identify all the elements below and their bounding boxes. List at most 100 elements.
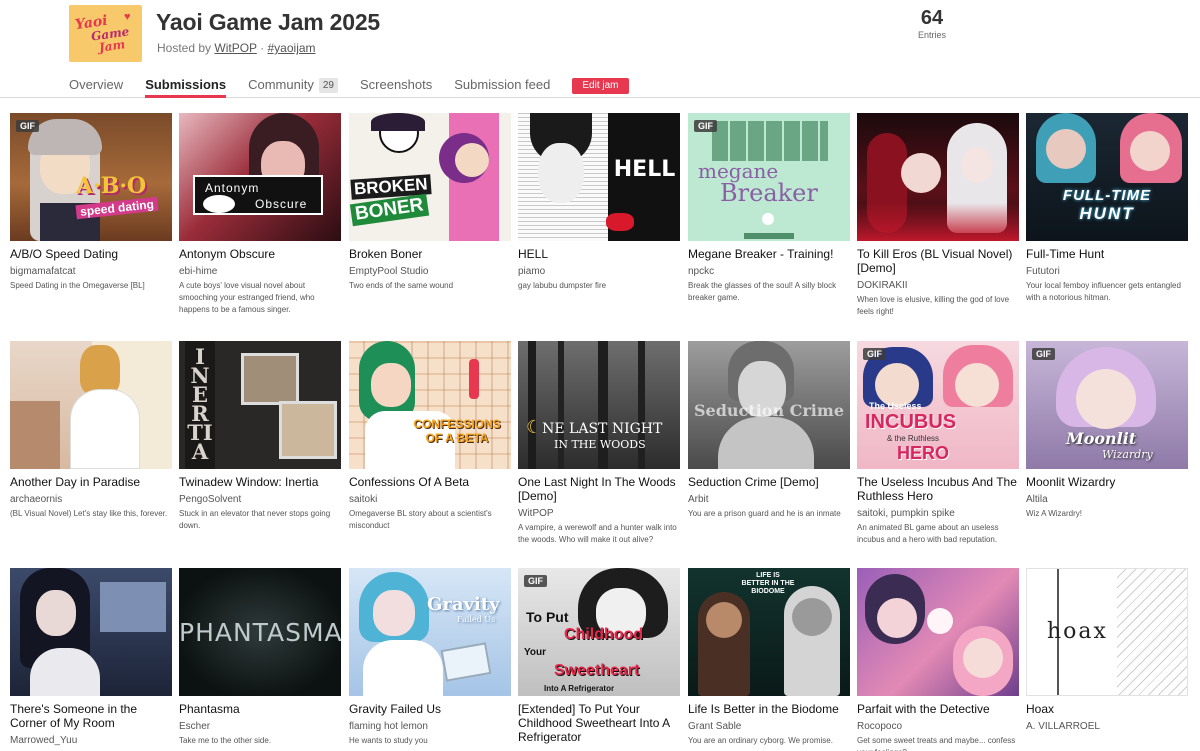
- thumb-logo: HELL: [613, 157, 676, 182]
- game-thumbnail[interactable]: ☾NE LAST NIGHT IN THE WOODS: [518, 341, 680, 469]
- game-author[interactable]: PengoSolvent: [179, 494, 344, 506]
- game-author[interactable]: EmptyPool Studio: [349, 266, 514, 278]
- game-description: Your local femboy influencer gets entang…: [1026, 281, 1181, 302]
- game-thumbnail[interactable]: INERTIA: [179, 341, 341, 469]
- game-title[interactable]: Another Day in Paradise: [10, 475, 175, 489]
- game-title[interactable]: Antonym Obscure: [179, 247, 344, 261]
- community-count-badge: 29: [318, 78, 338, 93]
- game-thumbnail[interactable]: hoax: [1026, 568, 1188, 696]
- game-description: gay labubu dumpster fire: [518, 281, 607, 290]
- game-title[interactable]: Megane Breaker - Training!: [688, 247, 853, 261]
- heart-icon: ♥: [124, 11, 131, 23]
- game-thumbnail[interactable]: [857, 568, 1019, 696]
- host-link[interactable]: WitPOP: [214, 41, 256, 55]
- game-title[interactable]: A/B/O Speed Dating: [10, 247, 175, 261]
- game-title[interactable]: HELL: [518, 247, 683, 261]
- game-description: Break the glasses of the soul! A silly b…: [688, 281, 837, 302]
- game-description: A vampire, a werewolf and a hunter walk …: [518, 523, 677, 544]
- edit-jam-button[interactable]: Edit jam: [572, 78, 629, 94]
- game-thumbnail[interactable]: BROKEN BONER: [349, 113, 511, 241]
- game-author[interactable]: saitoki: [349, 494, 514, 506]
- game-title[interactable]: Parfait with the Detective: [857, 702, 1022, 716]
- game-thumbnail[interactable]: The Useless INCUBUS & the Ruthless HERO …: [857, 341, 1019, 469]
- game-author[interactable]: Arbit: [688, 494, 853, 506]
- game-title[interactable]: Life Is Better in the Biodome: [688, 702, 853, 716]
- logo-text-3: Jam: [98, 37, 127, 55]
- thumb-logo: CONFESSIONS OF A BETA: [413, 417, 501, 445]
- game-thumbnail[interactable]: megane Breaker GIF: [688, 113, 850, 241]
- game-author[interactable]: Grant Sable: [688, 721, 853, 733]
- thumb-logo: hoax: [1047, 619, 1108, 644]
- game-thumbnail[interactable]: Moonlit Wizardry GIF: [1026, 341, 1188, 469]
- tab-submissions[interactable]: Submissions: [145, 70, 227, 98]
- game-author[interactable]: Marrowed_Yuu: [10, 735, 175, 747]
- thumb-logo: INERTIA: [187, 344, 213, 464]
- game-thumbnail[interactable]: A·B·O speed dating GIF: [10, 113, 172, 241]
- game-title[interactable]: Twinadew Window: Inertia: [179, 475, 344, 489]
- game-title[interactable]: There's Someone in the Corner of My Room: [10, 702, 175, 730]
- game-description: Omegaverse BL story about a scientist's …: [349, 509, 492, 530]
- hashtag-link[interactable]: #yaoijam: [268, 41, 316, 55]
- game-title[interactable]: Broken Boner: [349, 247, 514, 261]
- game-thumbnail[interactable]: [10, 568, 172, 696]
- gif-badge: GIF: [16, 120, 39, 132]
- game-description: When love is elusive, killing the god of…: [857, 295, 1010, 316]
- tab-submission-feed[interactable]: Submission feed: [454, 70, 550, 98]
- game-title[interactable]: Gravity Failed Us: [349, 702, 514, 716]
- game-description: Wiz A Wizardry!: [1026, 509, 1083, 518]
- jam-logo[interactable]: Yaoi Game Jam ♥: [69, 5, 142, 62]
- game-thumbnail[interactable]: [10, 341, 172, 469]
- game-author[interactable]: saitoki, pumpkin spike: [857, 508, 1022, 520]
- hosted-separator: ·: [256, 41, 268, 55]
- game-title[interactable]: Confessions Of A Beta: [349, 475, 514, 489]
- game-author[interactable]: archaeornis: [10, 494, 175, 506]
- hosted-prefix: Hosted by: [157, 41, 215, 55]
- game-thumbnail[interactable]: [857, 113, 1019, 241]
- game-title[interactable]: Hoax: [1026, 702, 1191, 716]
- thumb-logo: FULL-TIME HUNT: [1062, 187, 1152, 223]
- game-author[interactable]: A. VILLARROEL: [1026, 721, 1191, 733]
- game-thumbnail[interactable]: Seduction Crime: [688, 341, 850, 469]
- game-thumbnail[interactable]: HELL: [518, 113, 680, 241]
- game-author[interactable]: Fututori: [1026, 266, 1191, 278]
- game-description: An animated BL game about an useless inc…: [857, 523, 999, 544]
- game-title[interactable]: Full-Time Hunt: [1026, 247, 1191, 261]
- thumb-logo: Moonlit Wizardry: [1066, 429, 1153, 461]
- game-description: A cute boys' love visual novel about smo…: [179, 281, 315, 314]
- page-title: Yaoi Game Jam 2025: [156, 9, 380, 35]
- game-title[interactable]: [Extended] To Put Your Childhood Sweethe…: [518, 702, 683, 744]
- game-description: You are a prison guard and he is an inma…: [688, 509, 841, 518]
- gif-badge: GIF: [863, 348, 886, 360]
- game-author[interactable]: DOKIRAKII: [857, 280, 1022, 292]
- game-title[interactable]: To Kill Eros (BL Visual Novel) [Demo]: [857, 247, 1022, 275]
- game-author[interactable]: Altila: [1026, 494, 1191, 506]
- game-thumbnail[interactable]: FULL-TIME HUNT: [1026, 113, 1188, 241]
- game-title[interactable]: The Useless Incubus And The Ruthless Her…: [857, 475, 1022, 503]
- tab-screenshots[interactable]: Screenshots: [360, 70, 432, 98]
- game-thumbnail[interactable]: PHANTASMA: [179, 568, 341, 696]
- game-thumbnail[interactable]: Gravity Failed Us: [349, 568, 511, 696]
- game-author[interactable]: ebi-hime: [179, 266, 344, 278]
- game-author[interactable]: flaming hot lemon: [349, 721, 514, 733]
- game-title[interactable]: One Last Night In The Woods [Demo]: [518, 475, 683, 503]
- game-thumbnail[interactable]: CONFESSIONS OF A BETA: [349, 341, 511, 469]
- game-title[interactable]: Seduction Crime [Demo]: [688, 475, 853, 489]
- game-thumbnail[interactable]: To Put Childhood Your Sweetheart Into A …: [518, 568, 680, 696]
- game-author[interactable]: WitPOP: [518, 508, 683, 520]
- game-title[interactable]: Phantasma: [179, 702, 344, 716]
- tab-overview[interactable]: Overview: [69, 70, 123, 98]
- entries-label: Entries: [917, 30, 946, 40]
- game-author[interactable]: Rocopoco: [857, 721, 1022, 733]
- game-author[interactable]: bigmamafatcat: [10, 266, 175, 278]
- game-author[interactable]: Escher: [179, 721, 344, 733]
- gif-badge: GIF: [1032, 348, 1055, 360]
- game-title[interactable]: Moonlit Wizardry: [1026, 475, 1191, 489]
- game-thumbnail[interactable]: LIFE IS BETTER IN THE BIODOME: [688, 568, 850, 696]
- game-description: He wants to study you: [349, 736, 428, 745]
- game-author[interactable]: npckc: [688, 266, 853, 278]
- game-thumbnail[interactable]: Antonym Obscure: [179, 113, 341, 241]
- game-author[interactable]: piamo: [518, 266, 683, 278]
- thumb-logo: To Put Childhood Your Sweetheart Into A …: [524, 609, 644, 693]
- tab-community[interactable]: Community 29: [248, 70, 338, 98]
- thumb-logo: The Useless INCUBUS & the Ruthless HERO: [865, 401, 957, 463]
